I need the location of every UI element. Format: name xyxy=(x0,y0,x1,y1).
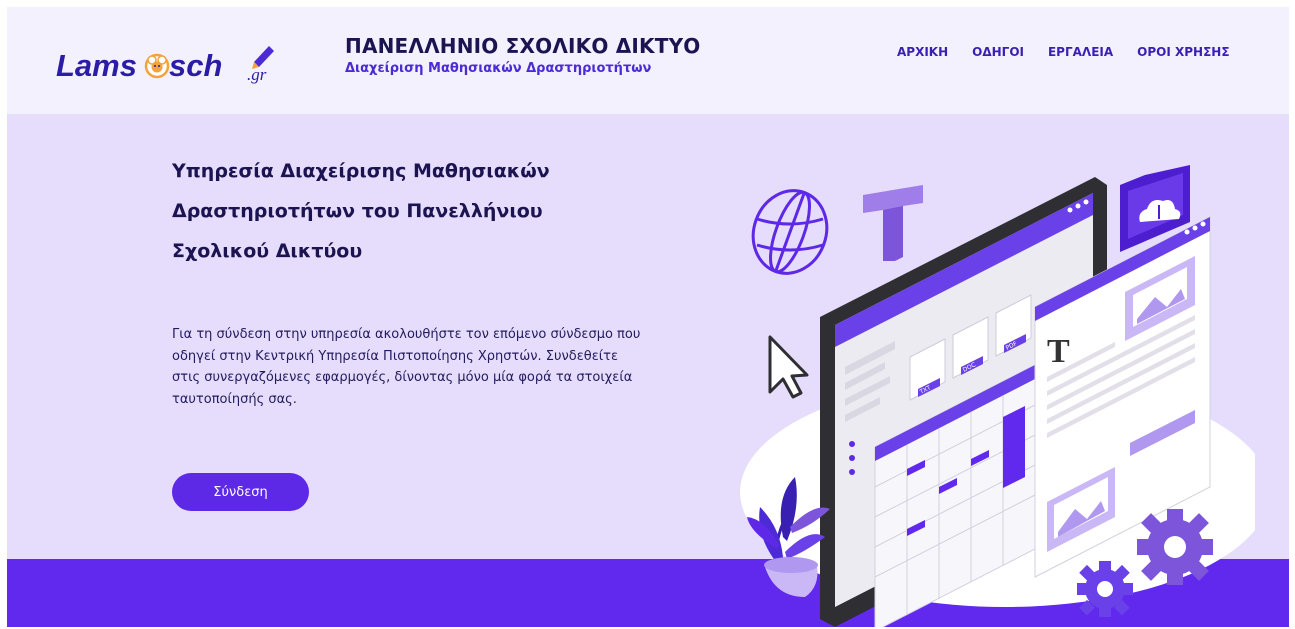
hero-text-line: ταυτοποίησής σας. xyxy=(172,391,297,407)
gear-icon xyxy=(1077,561,1133,617)
nav-guides[interactable]: ΟΔΗΓΟΙ xyxy=(972,45,1024,59)
hero-description: Για τη σύνδεση στην υπηρεσία ακολουθήστε… xyxy=(172,324,677,410)
site-title: ΠΑΝΕΛΛΗΝΙΟ ΣΧΟΛΙΚΟ ΔΙΚΤΥΟ xyxy=(345,34,701,58)
hero-title-line: Δραστηριοτήτων του Πανελλήνιου xyxy=(172,200,543,222)
nav-tools[interactable]: ΕΡΓΑΛΕΙΑ xyxy=(1048,45,1113,59)
site-header: Lams sch .gr ΠΑΝΕΛΛΗΝΙΟ ΣΧΟΛΙΚΟ ΔΙΚΤΥΟ Δ… xyxy=(7,7,1289,114)
hero-text-line: οδηγεί στην Κεντρική Υπηρεσία Πιστοποίησ… xyxy=(172,348,618,364)
nav-home[interactable]: ΑΡΧΙΚΗ xyxy=(897,45,948,59)
letter-t-icon xyxy=(863,185,923,261)
hero-title-line: Σχολικού Δικτύου xyxy=(172,240,363,262)
site-subtitle: Διαχείριση Μαθησιακών Δραστηριοτήτων xyxy=(345,61,652,76)
logo-text-sch: sch xyxy=(169,48,222,83)
document-letter-t: T xyxy=(1047,333,1070,370)
hero-title-line: Υπηρεσία Διαχείρισης Μαθησιακών xyxy=(172,160,550,182)
hero-text-line: στις συνεργαζόμενες εφαρμογές, δίνοντας … xyxy=(172,370,633,385)
lams-sch-logo[interactable]: Lams sch .gr xyxy=(54,38,294,88)
nav-terms[interactable]: ΟΡΟΙ ΧΡΗΣΗΣ xyxy=(1137,45,1229,59)
main-nav: ΑΡΧΙΚΗ ΟΔΗΓΟΙ ΕΡΓΑΛΕΙΑ ΟΡΟΙ ΧΡΗΣΗΣ xyxy=(897,45,1230,59)
logo-tld: .gr xyxy=(247,65,267,84)
globe-icon xyxy=(751,189,829,275)
logo-text-lams: Lams xyxy=(56,48,137,83)
cursor-arrow-icon xyxy=(768,335,809,399)
hero-title: Υπηρεσία Διαχείρισης Μαθησιακών Δραστηρι… xyxy=(172,151,612,271)
gear-icon xyxy=(1137,509,1213,585)
login-button[interactable]: Σύνδεση xyxy=(172,473,309,511)
page: Lams sch .gr ΠΑΝΕΛΛΗΝΙΟ ΣΧΟΛΙΚΟ ΔΙΚΤΥΟ Δ… xyxy=(7,7,1289,627)
lamb-icon xyxy=(144,53,170,79)
documents-illustration: TXT DOC PDF T xyxy=(740,165,1255,627)
hero-text-line: Για τη σύνδεση στην υπηρεσία ακολουθήστε… xyxy=(172,327,641,342)
